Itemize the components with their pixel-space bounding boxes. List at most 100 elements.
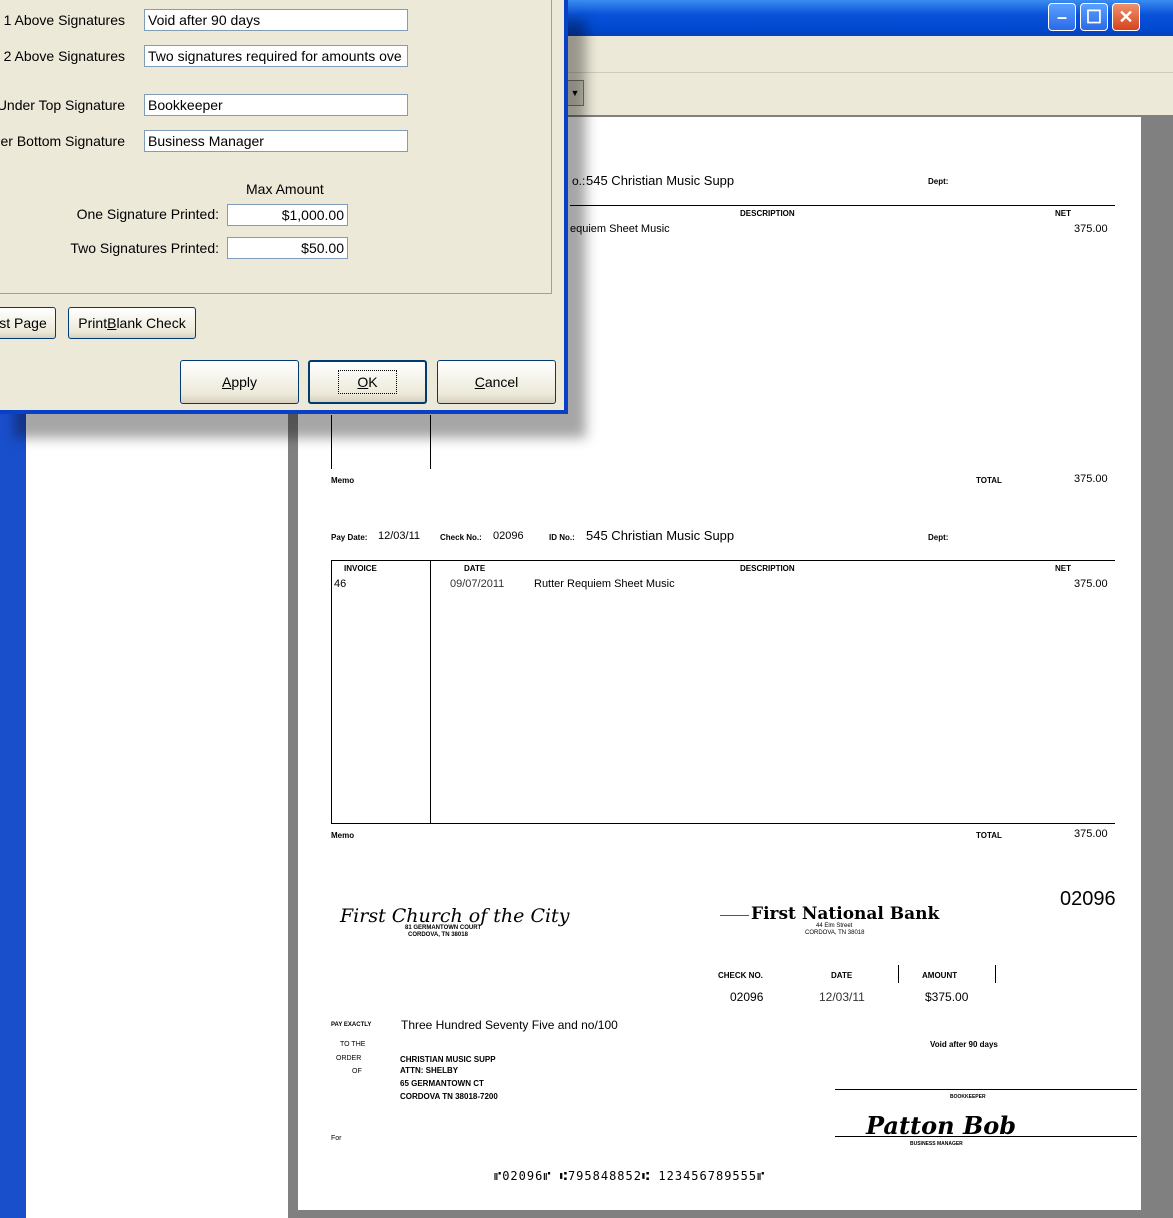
apply-label-post: pply <box>231 374 258 390</box>
stub1-total: 375.00 <box>1074 473 1108 485</box>
church-name: First Church of the City <box>340 905 570 927</box>
stub2-id-label: ID No.: <box>549 533 575 542</box>
text-under-bottom-label: nder Bottom Signature <box>0 133 125 149</box>
cancel-label-post: ancel <box>484 374 519 390</box>
stub2-left-border <box>331 560 332 824</box>
stub2-net: 375.00 <box>1074 578 1108 590</box>
date-value: 12/03/11 <box>819 990 865 1004</box>
stub2-invoice-header: INVOICE <box>344 564 377 573</box>
signature-line-1 <box>835 1089 1137 1090</box>
print-blank-check-button[interactable]: Print Blank Check <box>68 307 196 339</box>
minimize-icon: – <box>1056 6 1067 27</box>
two-signatures-max-field[interactable]: $50.00 <box>227 237 348 259</box>
stub2-dept-label: Dept: <box>928 533 949 542</box>
micr-line: ⑈02096⑈ ⑆795848852⑆ 123456789555⑈ <box>494 1169 766 1183</box>
stub1-header-line <box>570 205 1115 206</box>
stub2-date: 09/07/2011 <box>450 578 505 590</box>
minimize-button[interactable]: – <box>1048 3 1076 31</box>
stub2-desc-header: DESCRIPTION <box>740 564 795 573</box>
close-icon: ✕ <box>1118 6 1134 27</box>
stub2-pay-date: 12/03/11 <box>378 530 421 542</box>
stub2-column-divider <box>430 560 431 824</box>
stub1-net-header: NET <box>1055 209 1071 218</box>
stub1-payee: 545 Christian Music Supp <box>586 173 735 188</box>
stub2-memo-label: Memo <box>331 831 355 840</box>
bank-address-2: CORDOVA, TN 38018 <box>805 930 865 936</box>
check-options-dialog: xt 1 Above Signatures Void after 90 days… <box>0 0 568 414</box>
first-page-button[interactable]: st Page <box>0 307 56 339</box>
text1-above-field[interactable]: Void after 90 days <box>144 9 408 31</box>
to-the-label: TO THE <box>340 1041 366 1048</box>
pay-exactly-label: PAY EXACTLY <box>331 1022 372 1028</box>
signature-line-2 <box>835 1136 1137 1137</box>
stub2-total-label: TOTAL <box>976 831 1002 840</box>
text-under-top-field[interactable]: Bookkeeper <box>144 94 408 116</box>
payee-line-1: CHRISTIAN MUSIC SUPP <box>400 1055 496 1064</box>
bank-name: First National Bank <box>749 904 942 924</box>
church-address-1: 81 GERMANTOWN COURT <box>405 925 482 931</box>
amount-value: $375.00 <box>925 990 969 1004</box>
stub2-desc: Rutter Requiem Sheet Music <box>534 578 675 590</box>
first-page-button-label: st Page <box>0 315 47 331</box>
signature-1-label: BOOKKEEPER <box>950 1094 986 1100</box>
text2-above-label: xt 2 Above Signatures <box>0 48 125 64</box>
stub1-net: 375.00 <box>1074 223 1108 235</box>
of-label: OF <box>352 1068 362 1075</box>
amount-label: AMOUNT <box>922 971 958 980</box>
stub1-dept-label: Dept: <box>928 177 949 186</box>
stub2-footer-line <box>331 823 1115 824</box>
void-text: Void after 90 days <box>930 1040 998 1049</box>
stub2-check-no-label: Check No.: <box>440 533 482 542</box>
print-blank-label-post: lank Check <box>116 315 186 331</box>
stub2-payee: 545 Christian Music Supp <box>586 528 735 543</box>
ok-button[interactable]: OK <box>308 360 427 404</box>
stub2-invoice: 46 <box>334 578 347 590</box>
print-blank-accelerator: B <box>107 315 117 331</box>
stub2-date-header: DATE <box>464 564 486 573</box>
stub2-check-no: 02096 <box>493 530 524 542</box>
maximize-icon: ☐ <box>1085 6 1103 27</box>
stub2-pay-date-label: Pay Date: <box>331 533 368 542</box>
two-signatures-label: Two Signatures Printed: <box>70 240 219 256</box>
dialog-body: xt 1 Above Signatures Void after 90 days… <box>0 0 564 410</box>
one-signature-max-field[interactable]: $1,000.00 <box>227 204 348 226</box>
signature-settings-group: xt 1 Above Signatures Void after 90 days… <box>0 0 552 294</box>
payee-line-2: ATTN: SHELBY <box>400 1066 459 1075</box>
stub2-net-header: NET <box>1055 564 1071 573</box>
ok-focus-rect: OK <box>338 370 397 394</box>
cancel-accelerator: C <box>474 374 485 390</box>
bank-address-1: 44 Elm Street <box>816 923 853 929</box>
apply-button[interactable]: Apply <box>180 360 299 404</box>
stub1-total-label: TOTAL <box>976 476 1002 485</box>
ok-label-post: K <box>368 374 378 390</box>
amount-box-left <box>898 965 899 983</box>
for-label: For <box>331 1135 342 1142</box>
one-signature-label: One Signature Printed: <box>76 206 219 222</box>
maximize-button[interactable]: ☐ <box>1080 3 1108 31</box>
stub1-memo-label: Memo <box>331 476 355 485</box>
check-no-label: CHECK NO. <box>718 971 763 980</box>
order-label: ORDER <box>336 1055 362 1062</box>
text-under-top-label: t Under Top Signature <box>0 97 125 113</box>
payee-line-4: CORDOVA TN 38018-7200 <box>400 1092 498 1101</box>
text1-above-label: xt 1 Above Signatures <box>0 12 125 28</box>
text-under-bottom-field[interactable]: Business Manager <box>144 130 408 152</box>
amount-in-words: Three Hundred Seventy Five and no/100 <box>401 1018 618 1032</box>
signature-2-label: BUSINESS MANAGER <box>910 1141 963 1147</box>
print-blank-label-pre: Print <box>78 315 108 331</box>
amount-box-right <box>995 965 996 983</box>
cancel-button[interactable]: Cancel <box>437 360 556 404</box>
stub2-header-line <box>331 560 1115 561</box>
church-address-2: CORDOVA, TN 38018 <box>408 932 468 938</box>
close-button[interactable]: ✕ <box>1112 3 1140 31</box>
stub1-desc-header: DESCRIPTION <box>740 209 795 218</box>
date-label: DATE <box>831 971 853 980</box>
apply-accelerator: A <box>221 374 232 390</box>
max-amount-header: Max Amount <box>246 181 324 197</box>
text2-above-field[interactable]: Two signatures required for amounts ove <box>144 45 408 67</box>
check-number: 02096 <box>1060 888 1116 910</box>
stub2-total: 375.00 <box>1074 828 1108 840</box>
check-no-value: 02096 <box>730 990 764 1004</box>
ok-accelerator: O <box>357 374 369 390</box>
payee-line-3: 65 GERMANTOWN CT <box>400 1079 484 1088</box>
